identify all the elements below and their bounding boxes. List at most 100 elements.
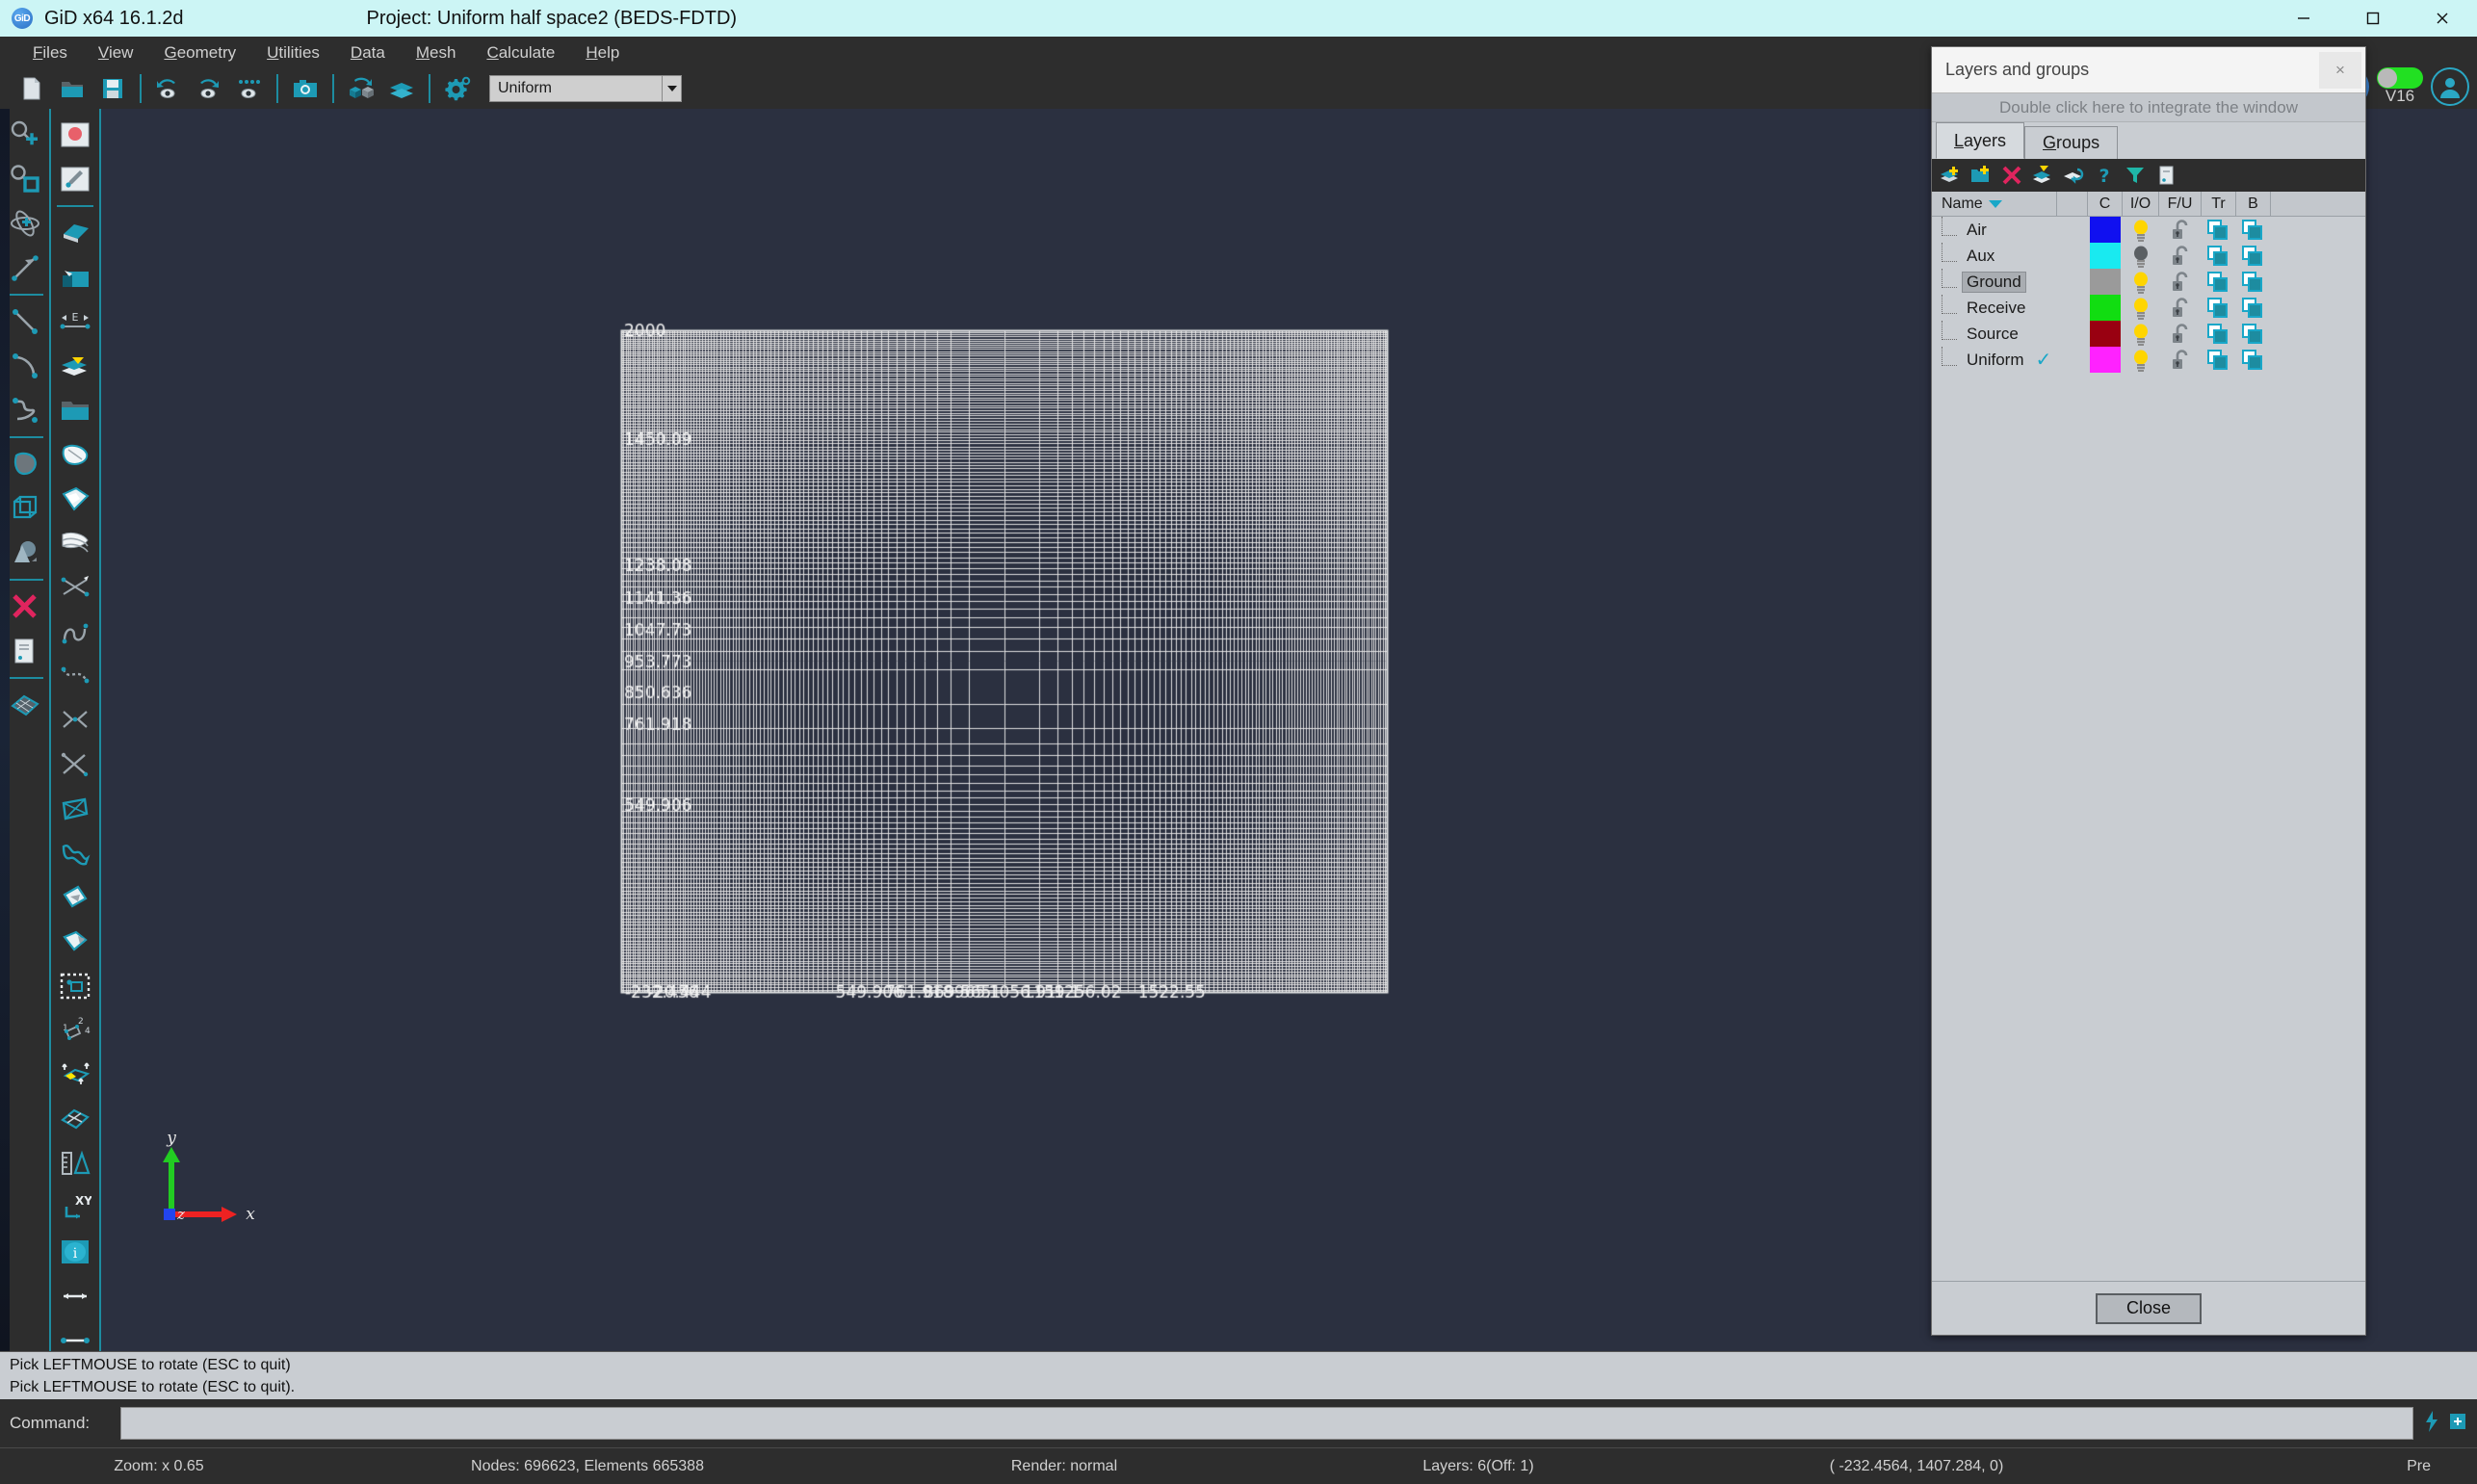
color-swatch[interactable] [2090, 295, 2121, 321]
edit-pencil-icon[interactable] [53, 157, 97, 201]
cut-surface-icon[interactable] [53, 920, 97, 964]
snapshot-icon[interactable] [285, 70, 326, 107]
select-window-icon[interactable] [53, 964, 97, 1008]
measure-icon[interactable] [53, 1141, 97, 1185]
new-file-icon[interactable] [12, 70, 52, 107]
rotate-right-eye-icon[interactable] [189, 70, 229, 107]
layer-unlocked-icon[interactable] [2159, 295, 2202, 321]
layer-transparency-cell[interactable] [2202, 269, 2236, 295]
layer-transparency-cell[interactable] [2202, 347, 2236, 373]
mesh-quad-icon[interactable] [53, 1097, 97, 1141]
tab-layers[interactable]: Layers [1936, 122, 2025, 159]
layers-stack-icon[interactable] [381, 70, 422, 107]
layers-and-groups-panel[interactable]: Layers and groups × Double click here to… [1931, 46, 2366, 1336]
column-header-io[interactable]: I/O [2123, 191, 2159, 217]
close-icon[interactable]: × [2319, 51, 2361, 89]
curve-tangent-icon[interactable] [53, 610, 97, 654]
menu-item-calculate[interactable]: Calculate [471, 39, 570, 66]
layer-color-cell[interactable] [2088, 295, 2123, 321]
layer-name-cell[interactable]: Receive [1932, 294, 2057, 321]
numbered-points-icon[interactable]: 124 [53, 1008, 97, 1053]
create-surface-icon[interactable] [53, 211, 97, 255]
info-icon[interactable]: i [53, 1230, 97, 1274]
curve-join-icon[interactable] [53, 654, 97, 698]
filter-layer-icon[interactable] [2121, 161, 2150, 190]
layer-visibility-on-icon[interactable] [2123, 217, 2159, 243]
unknown-layer-icon[interactable]: ? [2090, 161, 2119, 190]
layer-color-cell[interactable] [2088, 243, 2123, 269]
distance-line-icon[interactable] [53, 1274, 97, 1318]
close-button[interactable]: Close [2096, 1292, 2202, 1324]
layer-transparency-cell[interactable] [2202, 321, 2236, 347]
layer-color-cell[interactable] [2088, 347, 2123, 373]
layer-name-cell[interactable]: Uniform ✓ [1932, 346, 2057, 373]
layer-row[interactable]: Ground [1932, 268, 2365, 295]
column-header-name[interactable]: Name [1932, 191, 2057, 217]
layer-name-label[interactable]: Aux [1963, 247, 1998, 266]
close-icon[interactable] [2408, 0, 2477, 37]
cone-surface-icon[interactable] [53, 875, 97, 920]
layer-boundary-cell[interactable] [2236, 295, 2271, 321]
layer-unlocked-icon[interactable] [2159, 347, 2202, 373]
layer-visibility-off-icon[interactable] [2123, 243, 2159, 269]
layer-color-cell[interactable] [2088, 321, 2123, 347]
layer-name-label[interactable]: Ground [1962, 271, 2026, 293]
delete-layer-icon[interactable] [1997, 161, 2026, 190]
layer-boundary-cell[interactable] [2236, 347, 2271, 373]
open-folder2-icon[interactable] [53, 388, 97, 432]
contact-surface-icon[interactable] [53, 521, 97, 565]
layers-panel-titlebar[interactable]: Layers and groups × [1932, 47, 2365, 93]
column-header-tr[interactable]: Tr [2202, 191, 2236, 217]
layer-boundary-cell[interactable] [2236, 243, 2271, 269]
layer-color-cell[interactable] [2088, 269, 2123, 295]
column-header-color[interactable]: C [2088, 191, 2123, 217]
layer-name-cell[interactable]: Aux [1932, 242, 2057, 269]
color-swatch[interactable] [2090, 269, 2121, 295]
zoom-frame-eye-icon[interactable] [229, 70, 270, 107]
tab-groups[interactable]: Groups [2024, 126, 2119, 159]
material-red-dot-icon[interactable] [53, 113, 97, 157]
layer-row[interactable]: Air [1932, 216, 2365, 243]
command-input[interactable] [120, 1407, 2413, 1440]
layer-move-icon[interactable] [53, 344, 97, 388]
prism-icon[interactable] [53, 787, 97, 831]
integrate-window-hint[interactable]: Double click here to integrate the windo… [1932, 93, 2365, 122]
coordinates-xy-icon[interactable]: XY [53, 1185, 97, 1230]
expand-icon[interactable] [2448, 1412, 2467, 1436]
curve-split-icon[interactable] [53, 698, 97, 742]
layer-unlocked-icon[interactable] [2159, 217, 2202, 243]
layer-report-icon[interactable] [2151, 161, 2180, 190]
chevron-down-icon[interactable] [662, 76, 681, 101]
menu-item-data[interactable]: Data [335, 39, 401, 66]
column-header-b[interactable]: B [2236, 191, 2271, 217]
layer-name-cell[interactable]: Source [1932, 320, 2057, 347]
layer-visibility-on-icon[interactable] [2123, 347, 2159, 373]
version-toggle[interactable] [2377, 67, 2423, 89]
layer-boundary-cell[interactable] [2236, 321, 2271, 347]
new-group-layer-icon[interactable] [1967, 161, 1995, 190]
layer-name-label[interactable]: Air [1963, 221, 1991, 240]
send-to-layer-icon[interactable] [2028, 161, 2057, 190]
preferences-gear-icon[interactable] [437, 70, 478, 107]
sort-descending-icon[interactable] [1988, 199, 2002, 208]
nurbs-surface-icon[interactable] [53, 432, 97, 477]
layer-color-cell[interactable] [2088, 217, 2123, 243]
open-folder-icon[interactable] [52, 70, 92, 107]
layer-transparency-cell[interactable] [2202, 295, 2236, 321]
menu-item-mesh[interactable]: Mesh [401, 39, 472, 66]
color-swatch[interactable] [2090, 243, 2121, 269]
color-swatch[interactable] [2090, 217, 2121, 243]
minimize-icon[interactable] [2269, 0, 2338, 37]
trimmed-surface-icon[interactable] [53, 477, 97, 521]
menu-item-geometry[interactable]: Geometry [148, 39, 251, 66]
save-icon[interactable] [92, 70, 133, 107]
layer-transparency-cell[interactable] [2202, 217, 2236, 243]
user-avatar-icon[interactable] [2431, 67, 2469, 106]
layer-transparency-cell[interactable] [2202, 243, 2236, 269]
layer-row[interactable]: Source [1932, 320, 2365, 347]
layer-unlocked-icon[interactable] [2159, 321, 2202, 347]
intersect-icon[interactable] [53, 565, 97, 610]
new-layer-icon[interactable] [1936, 161, 1965, 190]
layer-name-label[interactable]: Source [1963, 325, 2022, 344]
layer-name-cell[interactable]: Air [1932, 216, 2057, 243]
